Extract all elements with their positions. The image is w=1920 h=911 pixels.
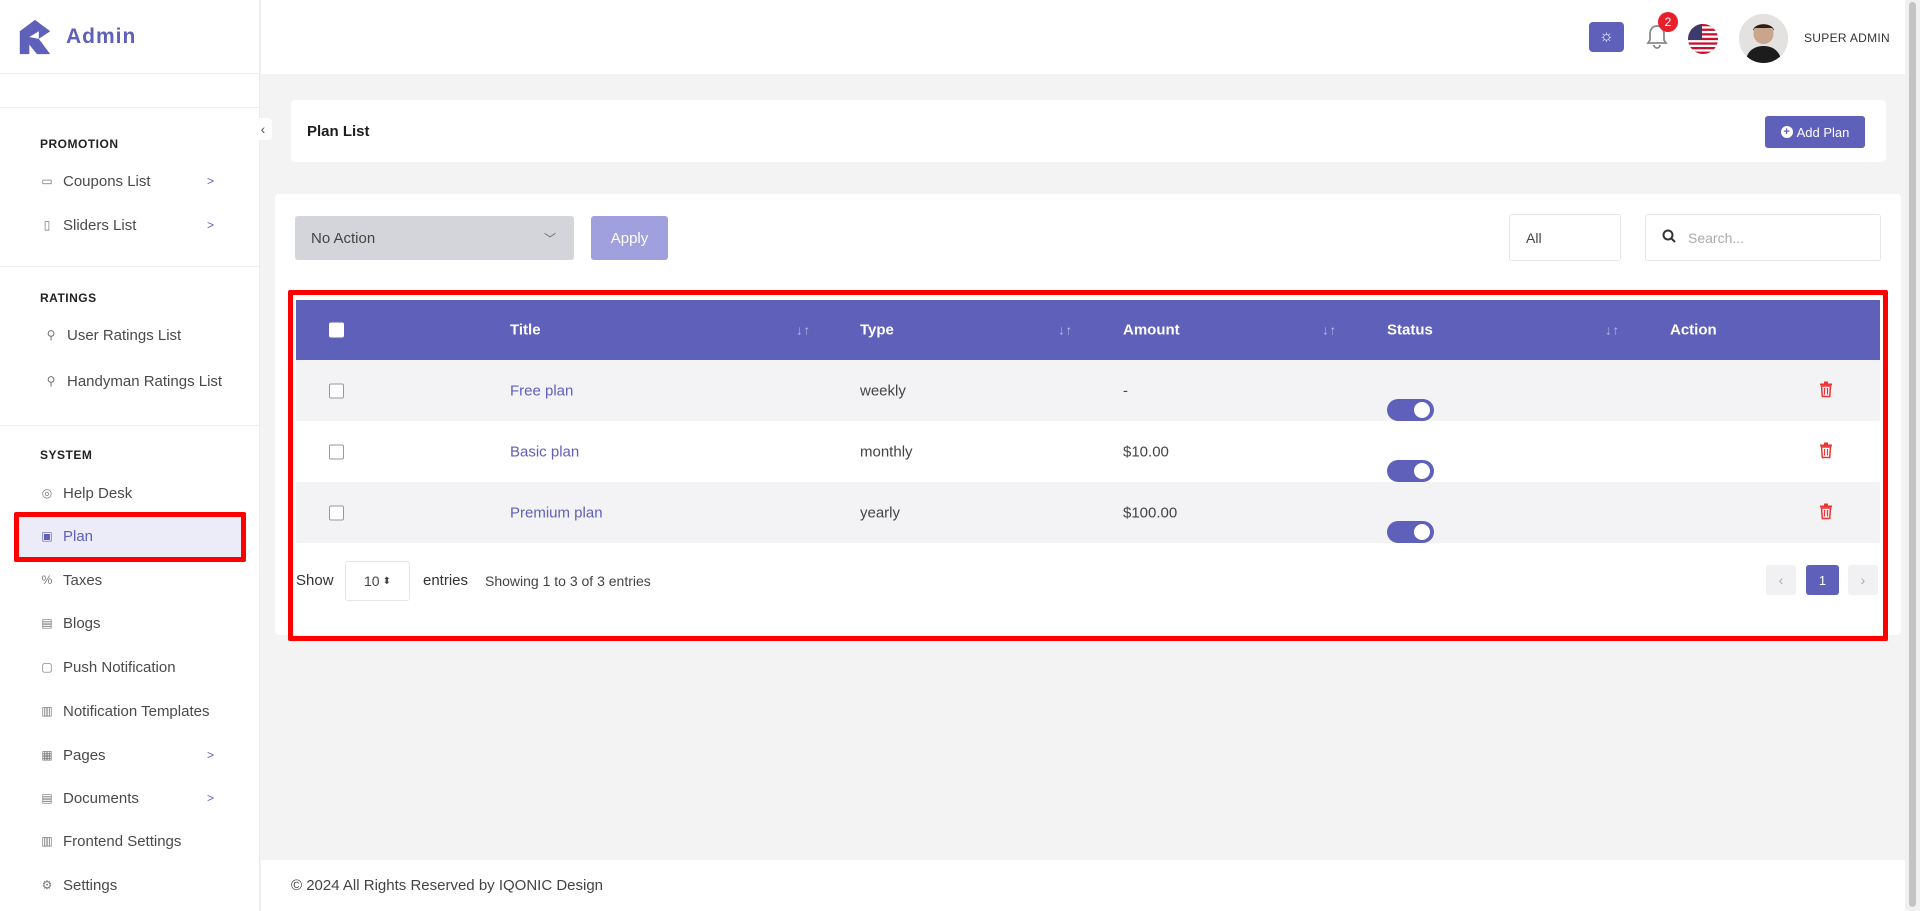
sidebar-item-coupons-list[interactable]: ▭ Coupons List > xyxy=(14,159,244,203)
search-icon xyxy=(1662,229,1676,246)
sidebar-item-label: Push Notification xyxy=(63,658,176,676)
page-scrollbar-thumb[interactable] xyxy=(1909,2,1916,907)
sidebar-item-label: Coupons List xyxy=(63,172,151,190)
highlight-box-plan xyxy=(14,512,246,562)
chevron-right-icon: > xyxy=(206,791,214,805)
sidebar-item-pages[interactable]: ▦ Pages > xyxy=(14,733,244,777)
divider xyxy=(0,266,260,267)
highlight-box-table xyxy=(288,290,1888,641)
pages-icon: ▦ xyxy=(41,748,53,762)
search-input[interactable] xyxy=(1688,229,1858,246)
language-flag-button[interactable] xyxy=(1688,24,1718,54)
notification-badge: 2 xyxy=(1658,12,1678,32)
sidebar-item-notification-templates[interactable]: ▥ Notification Templates xyxy=(14,689,244,733)
brand-name: Admin xyxy=(66,24,137,48)
sidebar-item-label: Frontend Settings xyxy=(63,832,182,850)
theme-toggle-button[interactable]: ☼ xyxy=(1589,22,1624,52)
divider xyxy=(0,425,260,426)
percent-icon: % xyxy=(41,573,53,587)
top-header xyxy=(261,0,1920,74)
section-title-system: SYSTEM xyxy=(40,448,93,462)
sidebar-collapse-button[interactable]: ‹ xyxy=(254,118,272,140)
sidebar-item-label: Settings xyxy=(63,876,118,894)
section-title-ratings: RATINGS xyxy=(40,291,97,305)
sidebar-item-sliders-list[interactable]: ▯ Sliders List > xyxy=(14,203,244,247)
page-title: Plan List xyxy=(307,123,370,140)
sidebar-item-label: Taxes xyxy=(63,571,103,589)
copyright-text: © 2024 All Rights Reserved by IQONIC Des… xyxy=(291,877,604,894)
rating-icon: ⚲ xyxy=(46,374,56,388)
brand[interactable]: Admin xyxy=(0,0,259,74)
page-footer: © 2024 All Rights Reserved by IQONIC Des… xyxy=(261,860,1905,911)
bulk-action-value: No Action xyxy=(311,229,376,247)
rating-icon: ⚲ xyxy=(46,328,56,342)
sun-icon: ☼ xyxy=(1599,28,1614,45)
frontend-settings-icon: ▥ xyxy=(41,834,53,848)
chevron-right-icon: > xyxy=(206,218,214,232)
bulk-action-select[interactable]: No Action ﹀ xyxy=(295,216,574,260)
plus-circle-icon: + xyxy=(1780,126,1793,138)
sidebar-item-handyman-ratings-list[interactable]: ⚲ Handyman Ratings List xyxy=(14,359,244,403)
page-title-card: Plan List + Add Plan xyxy=(291,100,1886,162)
sidebar-item-label: User Ratings List xyxy=(67,326,182,344)
gear-icon: ⚙ xyxy=(41,878,53,892)
user-avatar-icon xyxy=(1739,14,1788,63)
sidebar-item-help-desk[interactable]: ◎ Help Desk xyxy=(14,471,244,515)
sidebar-item-push-notification[interactable]: ▢ Push Notification xyxy=(14,645,244,689)
avatar[interactable] xyxy=(1739,14,1788,63)
chevron-right-icon: > xyxy=(206,174,214,188)
sidebar: Admin PROMOTION ▭ Coupons List > ▯ Slide… xyxy=(0,0,260,911)
push-notification-icon: ▢ xyxy=(41,660,53,674)
coupon-icon: ▭ xyxy=(41,174,53,188)
search-box[interactable] xyxy=(1645,214,1881,261)
sidebar-item-taxes[interactable]: % Taxes xyxy=(14,558,244,602)
help-desk-icon: ◎ xyxy=(41,486,53,500)
status-filter-select[interactable]: All xyxy=(1509,214,1621,261)
sidebar-item-label: Sliders List xyxy=(63,216,137,234)
user-name[interactable]: SUPER ADMIN xyxy=(1804,31,1890,45)
sidebar-item-settings[interactable]: ⚙ Settings xyxy=(14,863,244,907)
us-flag-icon xyxy=(1688,24,1718,54)
sidebar-item-blogs[interactable]: ▤ Blogs xyxy=(14,601,244,645)
slider-icon: ▯ xyxy=(43,218,51,232)
sidebar-item-label: Help Desk xyxy=(63,484,133,502)
brand-logo-icon xyxy=(19,19,51,54)
sidebar-item-user-ratings-list[interactable]: ⚲ User Ratings List xyxy=(14,313,244,357)
sidebar-item-label: Pages xyxy=(63,746,106,764)
documents-icon: ▤ xyxy=(41,791,53,805)
apply-button[interactable]: Apply xyxy=(591,216,668,260)
chevron-right-icon: > xyxy=(206,748,214,762)
sidebar-item-frontend-settings[interactable]: ▥ Frontend Settings xyxy=(14,819,244,863)
sidebar-item-label: Blogs xyxy=(63,614,101,632)
sidebar-item-label: Notification Templates xyxy=(63,702,210,720)
add-plan-label: Add Plan xyxy=(1796,124,1850,140)
chevron-down-icon: ﹀ xyxy=(543,231,556,246)
sidebar-item-label: Handyman Ratings List xyxy=(67,372,223,390)
add-plan-button[interactable]: + Add Plan xyxy=(1765,116,1865,148)
blog-icon: ▤ xyxy=(41,616,53,630)
section-title-promotion: PROMOTION xyxy=(40,137,119,151)
sidebar-item-label: Documents xyxy=(63,789,139,807)
template-icon: ▥ xyxy=(41,704,53,718)
sidebar-item-documents[interactable]: ▤ Documents > xyxy=(14,776,244,820)
divider xyxy=(0,107,260,108)
